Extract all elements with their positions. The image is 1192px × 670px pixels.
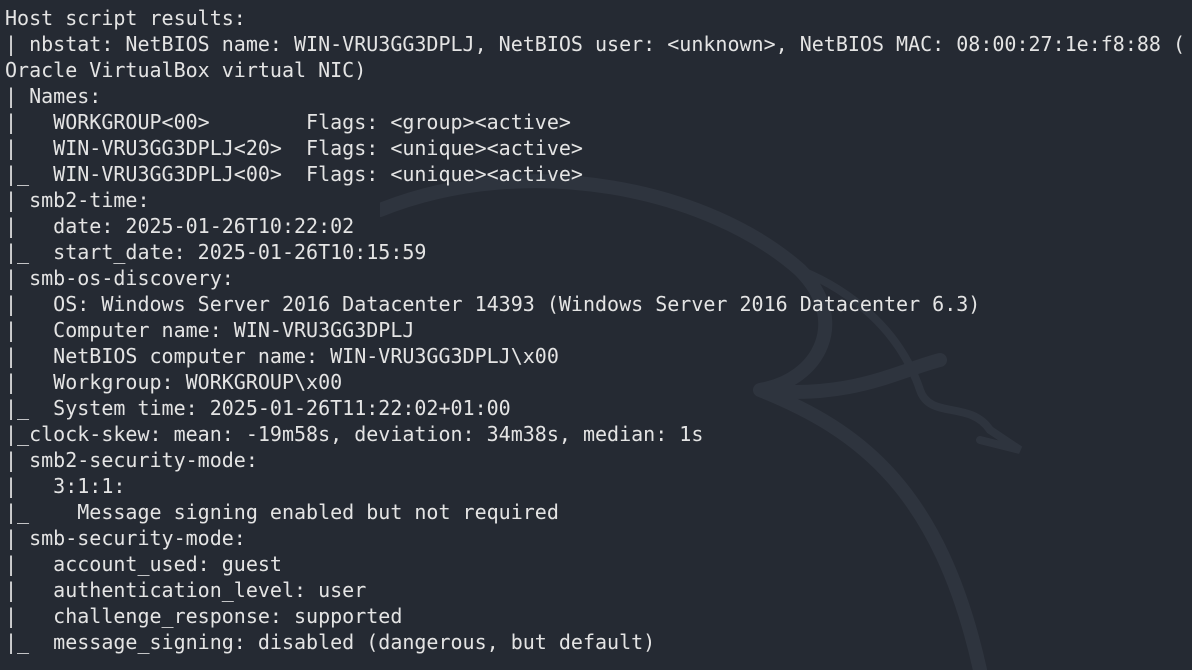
terminal-line: |_ System time: 2025-01-26T11:22:02+01:0… (5, 396, 511, 420)
terminal-line: |_ start_date: 2025-01-26T10:15:59 (5, 240, 427, 264)
terminal-line: |_ message_signing: disabled (dangerous,… (5, 630, 656, 654)
terminal-line: | WIN-VRU3GG3DPLJ<20> Flags: <unique><ac… (5, 136, 583, 160)
terminal-line: | WORKGROUP<00> Flags: <group><active> (5, 110, 571, 134)
terminal-line: | Workgroup: WORKGROUP\x00 (5, 370, 343, 394)
terminal-line: | date: 2025-01-26T10:22:02 (5, 214, 355, 238)
terminal-line: | smb-os-discovery: (5, 266, 234, 290)
terminal-line: | smb-security-mode: (5, 526, 246, 550)
terminal-line: | OS: Windows Server 2016 Datacenter 143… (5, 292, 981, 316)
terminal-line: |_ WIN-VRU3GG3DPLJ<00> Flags: <unique><a… (5, 162, 583, 186)
terminal-line: | challenge_response: supported (5, 604, 403, 628)
terminal-line: Host script results: (5, 6, 246, 30)
terminal-line: Oracle VirtualBox virtual NIC) (5, 58, 367, 82)
terminal-line: |_clock-skew: mean: -19m58s, deviation: … (5, 422, 704, 446)
terminal-line: | Computer name: WIN-VRU3GG3DPLJ (5, 318, 415, 342)
terminal-line: | authentication_level: user (5, 578, 367, 602)
terminal-line: |_ Message signing enabled but not requi… (5, 500, 559, 524)
terminal-line: | nbstat: NetBIOS name: WIN-VRU3GG3DPLJ,… (5, 32, 1186, 56)
terminal-output[interactable]: Host script results: | nbstat: NetBIOS na… (5, 5, 1185, 655)
terminal-line: | smb2-time: (5, 188, 150, 212)
terminal-line: | NetBIOS computer name: WIN-VRU3GG3DPLJ… (5, 344, 559, 368)
terminal-line: | 3:1:1: (5, 474, 126, 498)
terminal-line: | smb2-security-mode: (5, 448, 258, 472)
terminal-line: | account_used: guest (5, 552, 282, 576)
terminal-line: | Names: (5, 84, 102, 108)
